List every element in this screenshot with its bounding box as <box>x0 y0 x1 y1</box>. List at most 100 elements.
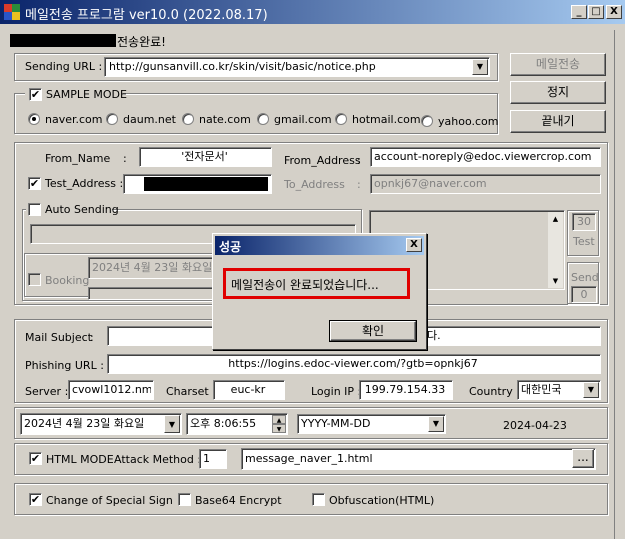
scroll-up-icon[interactable]: ▲ <box>548 212 563 226</box>
app-icon <box>4 4 20 20</box>
booking-date-value: 2024년 4월 23일 화요일 <box>92 261 213 274</box>
send-count-value: 0 <box>580 288 588 301</box>
spin-up-icon[interactable]: ▲ <box>272 415 286 424</box>
base64-checkbox[interactable] <box>178 493 191 506</box>
stop-button[interactable]: 정지 <box>510 81 606 104</box>
date-picker[interactable]: 2024년 4월 23일 화요일 ▼ <box>20 413 182 435</box>
from-address-value: account-noreply@edoc.viewercrop.com <box>374 150 592 163</box>
to-address-value: opnkj67@naver.com <box>374 177 487 190</box>
spin-down-icon[interactable]: ▼ <box>272 424 286 433</box>
exit-button[interactable]: 끝내기 <box>510 110 606 133</box>
server-label: Server : <box>25 385 69 398</box>
html-file-input[interactable]: message_naver_1.html <box>241 448 596 470</box>
send-label: Send <box>571 271 599 284</box>
dialog-ok-button[interactable]: 확인 <box>330 321 416 341</box>
country-select[interactable]: 대한민국 ▼ <box>517 380 601 400</box>
from-address-label: From_Address <box>284 154 361 167</box>
charset-input[interactable]: euc-kr <box>213 380 285 400</box>
success-dialog: 성공 X 메일전송이 완료되었습니다... 확인 <box>212 233 427 350</box>
chevron-down-icon[interactable]: ▼ <box>428 416 444 432</box>
sample-mode-checkbox[interactable]: ✔ <box>29 88 42 101</box>
booking-label: Booking <box>45 274 90 287</box>
title-bar: 메일전송 프로그람 ver10.0 (2022.08.17) _ □ X <box>0 0 625 24</box>
status-text: 전송완료! <box>117 35 166 49</box>
dialog-message-box: 메일전송이 완료되었습니다... <box>223 268 410 299</box>
attack-method-value: 1 <box>203 452 210 465</box>
attack-method-input[interactable]: 1 <box>199 449 227 469</box>
radio-hotmail[interactable] <box>335 113 347 125</box>
mail-subject-separator: : <box>90 331 94 344</box>
special-sign-label: Change of Special Sign <box>46 494 173 507</box>
date-format-value: YYYY-MM-DD <box>301 417 371 430</box>
test-address-label: Test_Address : <box>45 177 124 190</box>
html-mode-checkbox[interactable]: ✔ <box>29 452 42 465</box>
send-mail-button[interactable]: 메일전송 <box>510 53 606 76</box>
from-address-separator: : <box>357 154 361 167</box>
minimize-button[interactable]: _ <box>571 5 587 19</box>
time-value: 오후 8:06:55 <box>190 417 257 430</box>
radio-hotmail-label: hotmail.com <box>352 113 421 126</box>
radio-yahoo-label: yahoo.com <box>438 115 499 128</box>
from-name-separator: : <box>123 152 127 165</box>
radio-daum[interactable] <box>106 113 118 125</box>
window-title: 메일전송 프로그람 ver10.0 (2022.08.17) <box>25 8 268 23</box>
phishing-url-input[interactable]: https://logins.edoc-viewer.com/?gtb=opnk… <box>107 354 601 374</box>
login-ip-label: Login IP : <box>311 385 362 398</box>
booking-checkbox[interactable] <box>28 273 41 286</box>
phishing-url-label: Phishing URL : <box>25 359 104 372</box>
time-picker[interactable]: 오후 8:06:55 ▲ ▼ <box>186 413 288 435</box>
auto-sending-label: Auto Sending <box>45 203 119 216</box>
radio-gmail-label: gmail.com <box>274 113 332 126</box>
from-name-label: From_Name <box>45 152 111 165</box>
charset-label: Charset : <box>166 385 216 398</box>
dialog-title: 성공 <box>219 240 242 254</box>
test-label: Test <box>573 235 595 248</box>
radio-gmail[interactable] <box>257 113 269 125</box>
date-format-select[interactable]: YYYY-MM-DD ▼ <box>297 414 446 434</box>
html-file-value: message_naver_1.html <box>245 452 373 465</box>
chevron-down-icon[interactable]: ▼ <box>583 382 599 398</box>
log-scrollbar[interactable]: ▲ ▼ <box>548 212 563 288</box>
right-edge-panel <box>614 30 625 539</box>
radio-daum-label: daum.net <box>123 113 176 126</box>
scroll-down-icon[interactable]: ▼ <box>548 274 563 288</box>
sending-url-combo[interactable]: http://gunsanvill.co.kr/skin/visit/basic… <box>104 57 490 77</box>
mail-subject-label: Mail Subject <box>25 331 92 344</box>
browse-button[interactable]: ... <box>572 449 594 468</box>
base64-label: Base64 Encrypt <box>195 494 282 507</box>
radio-yahoo[interactable] <box>421 115 433 127</box>
obfuscation-label: Obfuscation(HTML) <box>329 494 435 507</box>
sample-mode-label: SAMPLE MODE <box>46 88 127 101</box>
radio-naver[interactable] <box>28 113 40 125</box>
sending-url-value: http://gunsanvill.co.kr/skin/visit/basic… <box>109 60 376 73</box>
maximize-button[interactable]: □ <box>588 5 604 19</box>
test-address-input[interactable] <box>123 174 272 194</box>
to-address-label: To_Address <box>284 178 345 191</box>
html-mode-label: HTML MODE <box>46 453 114 466</box>
from-name-input[interactable]: '전자문서' <box>139 147 272 167</box>
close-button[interactable]: X <box>606 5 622 19</box>
radio-nate[interactable] <box>182 113 194 125</box>
chevron-down-icon[interactable]: ▼ <box>164 415 180 433</box>
chevron-down-icon[interactable]: ▼ <box>472 59 488 75</box>
to-address-separator: : <box>357 178 361 191</box>
test-address-checkbox[interactable]: ✔ <box>28 177 41 190</box>
auto-sending-checkbox[interactable] <box>28 203 41 216</box>
to-address-input[interactable]: opnkj67@naver.com <box>370 174 601 194</box>
dialog-close-button[interactable]: X <box>406 238 422 252</box>
redacted-block <box>144 177 268 191</box>
login-ip-input[interactable]: 199.79.154.33 <box>359 380 453 400</box>
phishing-url-value: https://logins.edoc-viewer.com/?gtb=opnk… <box>228 357 478 370</box>
special-sign-checkbox[interactable]: ✔ <box>29 493 42 506</box>
dialog-titlebar: 성공 X <box>215 236 424 255</box>
booking-progress <box>88 287 222 300</box>
booking-date-picker[interactable]: 2024년 4월 23일 화요일 <box>88 257 220 279</box>
test-count-value: 30 <box>577 215 591 228</box>
attack-method-label: Attack Method : <box>114 453 202 466</box>
from-address-input[interactable]: account-noreply@edoc.viewercrop.com <box>370 147 601 167</box>
radio-nate-label: nate.com <box>199 113 251 126</box>
test-count-field[interactable]: 30 <box>572 213 596 231</box>
obfuscation-checkbox[interactable] <box>312 493 325 506</box>
server-input[interactable]: cvowl1012.nm <box>68 380 154 400</box>
send-count-field[interactable]: 0 <box>571 286 597 303</box>
